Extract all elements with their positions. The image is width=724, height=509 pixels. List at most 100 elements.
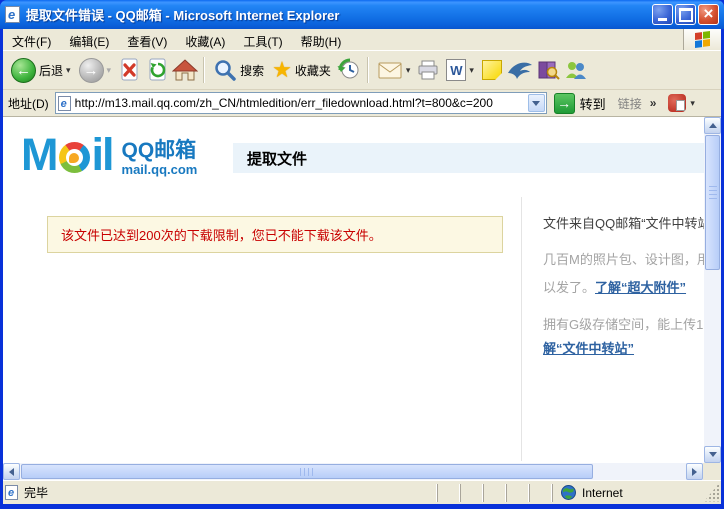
forward-dropdown-icon[interactable] — [107, 65, 112, 76]
logo-brand-name: QQ邮箱 — [122, 140, 198, 162]
vertical-scroll-thumb[interactable] — [705, 135, 720, 270]
history-button[interactable] — [335, 56, 363, 84]
error-message-text: 该文件已达到200次的下载限制，您已不能下载该文件。 — [61, 225, 382, 244]
file-transfer-link[interactable]: 解“文件中转站” — [543, 341, 634, 356]
address-input[interactable]: http://m13.mail.qq.com/zh_CN/htmledition… — [55, 92, 547, 114]
page-heading-bar: 提取文件 — [233, 143, 704, 173]
page-viewport: M il QQ邮箱 mail.qq.com 提取文件 该文件已达到200次的下载… — [3, 117, 721, 463]
status-text: 完毕 — [24, 484, 48, 501]
mail-button[interactable] — [373, 58, 415, 82]
links-label[interactable]: 链接 — [618, 95, 642, 112]
search-button[interactable]: 搜索 — [209, 56, 268, 84]
logo-domain: mail.qq.com — [122, 162, 198, 177]
print-button[interactable] — [414, 56, 442, 84]
logo-ring-icon — [59, 142, 90, 173]
stop-button[interactable] — [115, 56, 143, 84]
mail-dropdown-icon[interactable] — [406, 65, 411, 76]
caption-buttons — [652, 4, 719, 25]
back-button[interactable]: ← 后退 — [7, 56, 75, 85]
toolbar-separator — [367, 57, 369, 83]
back-icon: ← — [11, 58, 36, 83]
thunder-button[interactable] — [506, 56, 534, 84]
sidebar: 文件来自QQ邮箱“文件中转站 几百M的照片包、设计图，用 以发了。了解“超大附件… — [543, 214, 704, 359]
standard-toolbar: ← 后退 → — [3, 51, 721, 90]
scroll-down-button[interactable] — [704, 446, 721, 463]
go-button[interactable]: → 转到 — [554, 93, 606, 114]
pdf-dropdown-icon[interactable] — [690, 98, 695, 109]
horizontal-scrollbar[interactable] — [3, 463, 703, 480]
go-arrow-icon: → — [554, 93, 575, 114]
globe-icon — [561, 485, 576, 500]
minimize-button[interactable] — [652, 4, 673, 25]
edit-dropdown-icon[interactable] — [469, 65, 474, 76]
menu-favorites[interactable]: 收藏(A) — [176, 29, 234, 50]
adobe-pdf-icon[interactable] — [668, 94, 686, 112]
sidebar-intro-text: 文件来自QQ邮箱“文件中转站 — [543, 214, 704, 234]
toolbar-separator — [203, 57, 205, 83]
windows-logo-icon — [683, 29, 721, 50]
home-icon — [172, 58, 198, 82]
scrollbar-corner — [703, 463, 721, 480]
logo-letter-m: M — [21, 134, 57, 176]
scroll-right-button[interactable] — [686, 463, 703, 480]
url-page-icon — [58, 96, 71, 111]
horizontal-scroll-thumb[interactable] — [21, 464, 593, 479]
scroll-left-button[interactable] — [3, 463, 20, 480]
title-bar: 提取文件错误 - QQ邮箱 - Microsoft Internet Explo… — [0, 0, 724, 29]
menu-help[interactable]: 帮助(H) — [292, 29, 351, 50]
messenger-people-icon — [563, 59, 589, 81]
forward-button[interactable]: → — [75, 56, 116, 85]
logo-letters-il: il — [92, 134, 113, 176]
sticky-note-icon — [482, 60, 502, 80]
search-label: 搜索 — [240, 62, 264, 79]
refresh-icon — [145, 57, 169, 83]
word-icon — [446, 59, 466, 81]
home-button[interactable] — [171, 56, 199, 84]
refresh-button[interactable] — [143, 56, 171, 84]
book-search-icon — [536, 59, 560, 81]
menu-file[interactable]: 文件(F) — [3, 29, 60, 50]
page-title: 提取文件 — [247, 148, 307, 169]
links-chevron-icon[interactable]: » — [650, 96, 657, 110]
security-zone-pane: Internet — [552, 484, 702, 502]
super-attachment-link[interactable]: 了解“超大附件” — [595, 280, 686, 295]
vertical-scrollbar[interactable] — [704, 117, 721, 463]
stop-icon — [117, 57, 141, 83]
menu-tools[interactable]: 工具(T) — [234, 29, 291, 50]
close-button[interactable] — [698, 4, 719, 25]
logo-brand-block: QQ邮箱 mail.qq.com — [122, 140, 198, 177]
url-text[interactable]: http://m13.mail.qq.com/zh_CN/htmledition… — [71, 96, 528, 110]
print-icon — [416, 59, 440, 81]
back-dropdown-icon[interactable] — [66, 65, 71, 76]
mail-icon — [377, 60, 403, 80]
sidebar-desc-line: 以发了。了解“超大附件” — [543, 278, 704, 298]
back-label: 后退 — [39, 62, 63, 79]
menu-view[interactable]: 查看(V) — [118, 29, 176, 50]
address-label: 地址(D) — [8, 95, 49, 112]
status-pane — [460, 484, 483, 502]
favorites-label: 收藏夹 — [295, 62, 331, 79]
edit-with-word-button[interactable] — [442, 57, 478, 83]
error-message-box: 该文件已达到200次的下载限制，您已不能下载该文件。 — [47, 216, 503, 253]
qqmail-logo[interactable]: M il QQ邮箱 mail.qq.com — [21, 134, 197, 177]
window-title: 提取文件错误 - QQ邮箱 - Microsoft Internet Explo… — [26, 5, 652, 24]
scroll-up-button[interactable] — [704, 117, 721, 134]
menu-bar: 文件(F) 编辑(E) 查看(V) 收藏(A) 工具(T) 帮助(H) — [3, 29, 721, 51]
ie-page-icon — [5, 6, 20, 23]
sidebar-link-line: 解“文件中转站” — [543, 339, 704, 359]
messenger-button[interactable] — [562, 56, 590, 84]
resize-grip[interactable] — [704, 484, 719, 502]
discuss-notes-button[interactable] — [478, 56, 506, 84]
menu-edit[interactable]: 编辑(E) — [60, 29, 118, 50]
go-label: 转到 — [580, 94, 606, 113]
maximize-button[interactable] — [675, 4, 696, 25]
favorites-button[interactable]: ★ 收藏夹 — [268, 57, 335, 83]
status-page-icon — [5, 485, 18, 500]
status-pane — [483, 484, 506, 502]
research-button[interactable] — [534, 56, 562, 84]
sidebar-desc-text: 几百M的照片包、设计图，用 — [543, 250, 704, 270]
sidebar-desc-text2: 拥有G级存储空间，能上传1G — [543, 315, 704, 335]
status-pane — [506, 484, 529, 502]
address-dropdown-button[interactable] — [528, 94, 545, 112]
forward-icon: → — [79, 58, 104, 83]
